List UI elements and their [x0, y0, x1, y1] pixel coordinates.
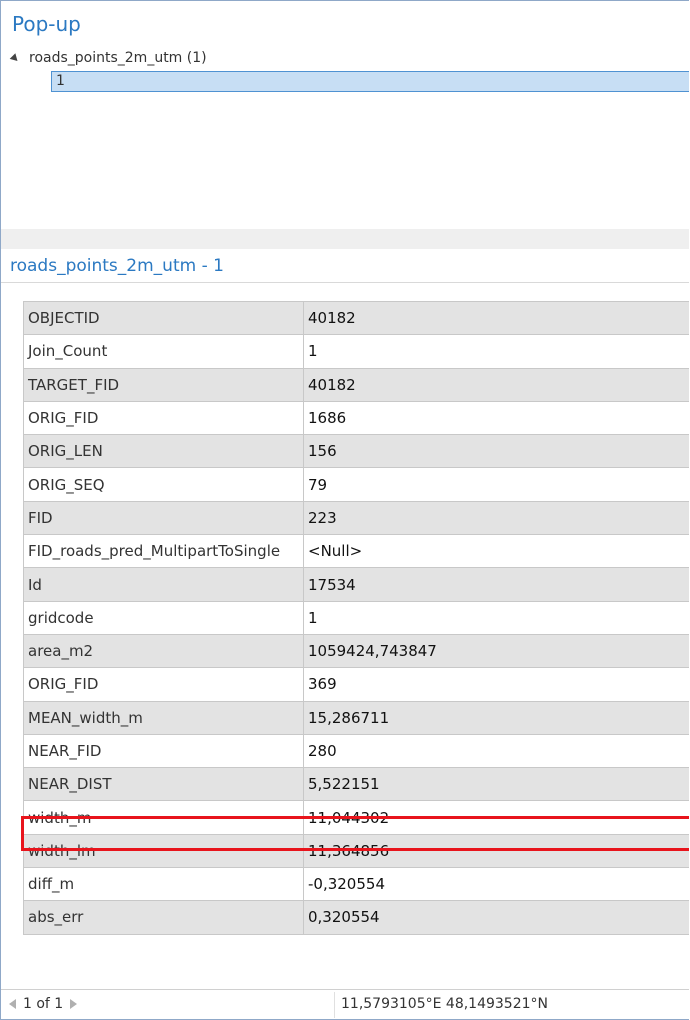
- popup-window: Pop-up roads_points_2m_utm (1) 1 roads_p…: [0, 0, 689, 1020]
- field-name-cell: abs_err: [23, 900, 304, 935]
- field-name-cell: Id: [23, 567, 304, 602]
- field-value-cell: 11,044302: [303, 800, 689, 835]
- field-value-cell: 11,364856: [303, 833, 689, 869]
- field-value-cell: 1: [303, 600, 689, 635]
- field-name-cell: ORIG_FID: [23, 400, 304, 436]
- detail-header: roads_points_2m_utm - 1: [1, 249, 689, 283]
- table-row: FID_roads_pred_MultipartToSingle <Null>: [23, 534, 689, 569]
- field-value-cell: <Null>: [303, 534, 689, 569]
- field-value-cell: 369: [303, 667, 689, 702]
- tree-feature-item[interactable]: 1: [51, 71, 689, 92]
- field-value-cell: 223: [303, 500, 689, 536]
- field-name-cell: width_m: [23, 800, 304, 835]
- field-name-cell: diff_m: [23, 867, 304, 902]
- table-row: ORIG_FID 1686: [23, 400, 689, 436]
- field-name-cell: OBJECTID: [23, 300, 304, 336]
- table-row: NEAR_DIST 5,522151: [23, 767, 689, 802]
- divider: [334, 992, 335, 1018]
- table-row: gridcode 1: [23, 600, 689, 635]
- next-icon[interactable]: [70, 999, 78, 1009]
- table-row: width_m 11,044302: [23, 800, 689, 835]
- table-row: TARGET_FID 40182: [23, 367, 689, 402]
- field-name-cell: area_m2: [23, 633, 304, 669]
- layer-label: roads_points_2m_utm (1): [29, 50, 207, 66]
- detail-title: roads_points_2m_utm - 1: [10, 256, 224, 276]
- field-value-cell: 40182: [303, 367, 689, 402]
- field-value-cell: 17534: [303, 567, 689, 602]
- field-name-cell: width_lm: [23, 833, 304, 869]
- field-value-cell: 1686: [303, 400, 689, 436]
- table-row: ORIG_FID 369: [23, 667, 689, 702]
- table-row: ORIG_LEN 156: [23, 434, 689, 469]
- field-value-cell: 156: [303, 434, 689, 469]
- previous-icon[interactable]: [9, 999, 16, 1009]
- field-value-cell: 1: [303, 334, 689, 369]
- field-name-cell: FID: [23, 500, 304, 536]
- table-row: OBJECTID 40182: [23, 300, 689, 336]
- field-value-cell: 79: [303, 467, 689, 502]
- table-row: ORIG_SEQ 79: [23, 467, 689, 502]
- table-row: NEAR_FID 280: [23, 733, 689, 769]
- pane-splitter[interactable]: [1, 229, 689, 249]
- footer-bar: 1 of 1 11,5793105°E 48,1493521°N: [1, 989, 689, 1019]
- field-value-cell: -0,320554: [303, 867, 689, 902]
- field-value-cell: 40182: [303, 300, 689, 336]
- field-value-cell: 15,286711: [303, 700, 689, 735]
- table-row: abs_err 0,320554: [23, 900, 689, 935]
- tree-layer-node[interactable]: roads_points_2m_utm (1): [9, 48, 207, 68]
- table-row: width_lm 11,364856: [23, 833, 689, 869]
- field-name-cell: FID_roads_pred_MultipartToSingle: [23, 534, 304, 569]
- field-value-cell: 280: [303, 733, 689, 769]
- expand-arrow-icon[interactable]: [9, 52, 21, 64]
- table-row: diff_m -0,320554: [23, 867, 689, 902]
- attribute-table: OBJECTID 40182 Join_Count 1 TARGET_FID 40182 O…: [23, 300, 689, 935]
- table-row: Join_Count 1: [23, 334, 689, 369]
- field-value-cell: 5,522151: [303, 767, 689, 802]
- field-name-cell: Join_Count: [23, 334, 304, 369]
- field-name-cell: ORIG_LEN: [23, 434, 304, 469]
- coordinates-readout: 11,5793105°E 48,1493521°N: [341, 996, 548, 1012]
- field-value-cell: 1059424,743847: [303, 633, 689, 669]
- table-row: MEAN_width_m 15,286711: [23, 700, 689, 735]
- field-name-cell: gridcode: [23, 600, 304, 635]
- field-name-cell: MEAN_width_m: [23, 700, 304, 735]
- table-row: Id 17534: [23, 567, 689, 602]
- field-name-cell: ORIG_FID: [23, 667, 304, 702]
- field-name-cell: TARGET_FID: [23, 367, 304, 402]
- field-name-cell: ORIG_SEQ: [23, 467, 304, 502]
- table-row: FID 223: [23, 500, 689, 536]
- field-name-cell: NEAR_FID: [23, 733, 304, 769]
- field-name-cell: NEAR_DIST: [23, 767, 304, 802]
- pager-label: 1 of 1: [23, 996, 64, 1012]
- field-value-cell: 0,320554: [303, 900, 689, 935]
- panel-title: Pop-up: [12, 12, 81, 36]
- table-row: area_m2 1059424,743847: [23, 633, 689, 669]
- pager: 1 of 1: [9, 996, 78, 1012]
